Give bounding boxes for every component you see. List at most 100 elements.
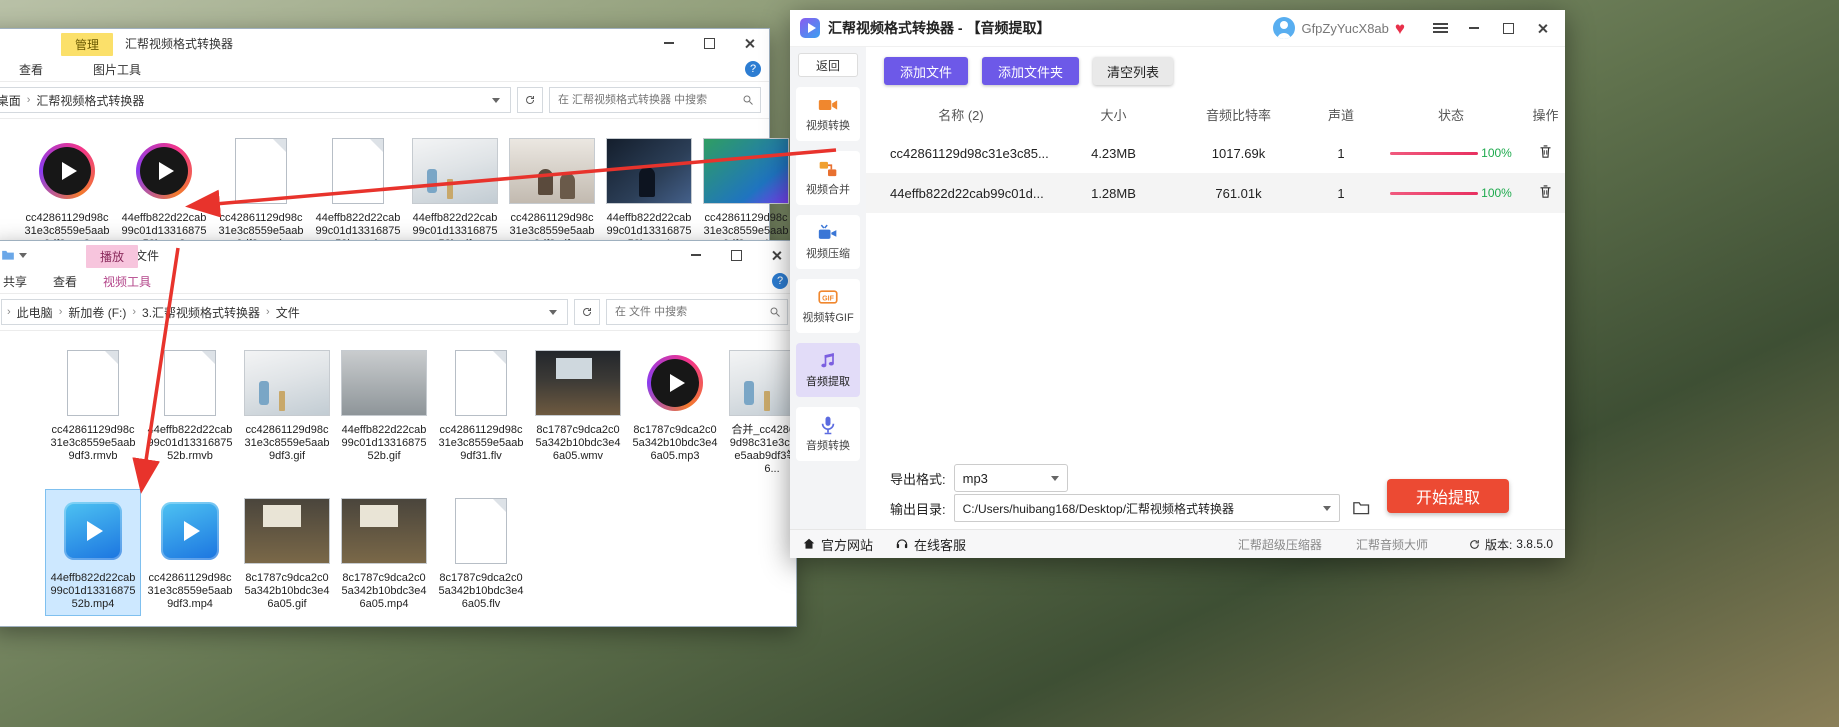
- maximize-icon: [731, 250, 742, 261]
- table-row[interactable]: 44effb822d22cab99c01d... 1.28MB 761.01k …: [866, 173, 1565, 213]
- minimize-button[interactable]: [649, 29, 689, 57]
- file-item[interactable]: cc42861129d98c31e3c8559e5aab9df3.gif: [504, 129, 600, 256]
- file-item-selected[interactable]: 44effb822d22cab99c01d1331687552b.mp4: [45, 489, 141, 616]
- mp3-file-icon: [39, 143, 95, 199]
- file-item[interactable]: 8c1787c9dca2c05a342b10bdc3e46a05.flv: [433, 489, 529, 616]
- ribbon-tab-video-tools[interactable]: 视频工具: [103, 273, 151, 290]
- output-dir-select[interactable]: C:/Users/huibang168/Desktop/汇帮视频格式转换器: [954, 494, 1340, 522]
- breadcrumb-item[interactable]: 桌面: [0, 92, 26, 109]
- breadcrumb-dropdown[interactable]: [543, 310, 563, 315]
- menu-button[interactable]: [1423, 13, 1457, 43]
- file-item[interactable]: 44effb822d22cab99c01d1331687552b.rmvb: [310, 129, 406, 256]
- file-item[interactable]: cc42861129d98c31e3c8559e5aab9df3.gif: [239, 341, 335, 468]
- menu-share[interactable]: 共享: [3, 273, 27, 290]
- breadcrumb-item[interactable]: 汇帮视频格式转换器: [31, 92, 149, 109]
- user-avatar[interactable]: [1273, 17, 1295, 39]
- delete-button[interactable]: [1538, 184, 1553, 202]
- maximize-button[interactable]: [716, 241, 756, 269]
- official-site-link[interactable]: 官方网站: [802, 535, 873, 554]
- sidebar-item-audio-convert[interactable]: 音频转换: [796, 407, 860, 461]
- clear-list-button[interactable]: 清空列表: [1093, 57, 1173, 85]
- ribbon-tab-play[interactable]: 播放: [86, 245, 138, 268]
- converter-titlebar[interactable]: 汇帮视频格式转换器 - 【音频提取】 GfpZyYucX8ab ♥: [790, 10, 1565, 47]
- file-name: 44effb822d22cab99c01d1331687552b.rmvb: [147, 424, 233, 463]
- quick-access-toolbar[interactable]: [0, 248, 35, 262]
- file-item[interactable]: cc42861129d98c31e3c8559e5aab9df3.mp4: [698, 129, 794, 256]
- file-item[interactable]: 44effb822d22cab99c01d1331687552b.mp3: [116, 129, 212, 256]
- converter-window: 汇帮视频格式转换器 - 【音频提取】 GfpZyYucX8ab ♥ 返回 视频转…: [790, 10, 1565, 558]
- sidebar-item-audio-extract[interactable]: 音频提取: [796, 343, 860, 397]
- breadcrumb-dropdown[interactable]: [486, 98, 506, 103]
- heart-icon[interactable]: ♥: [1395, 20, 1405, 37]
- help-icon[interactable]: [745, 61, 761, 77]
- table-row[interactable]: cc42861129d98c31e3c85... 4.23MB 1017.69k…: [866, 133, 1565, 173]
- sidebar-item-video-merge[interactable]: 视频合并: [796, 151, 860, 205]
- update-icon[interactable]: [1468, 538, 1481, 551]
- file-name: cc42861129d98c31e3c8559e5aab9df31.flv: [438, 424, 524, 463]
- maximize-button[interactable]: [1491, 13, 1525, 43]
- help-icon[interactable]: [772, 273, 788, 289]
- file-item[interactable]: 8c1787c9dca2c05a342b10bdc3e46a05.mp4: [336, 489, 432, 616]
- file-item[interactable]: cc42861129d98c31e3c8559e5aab9df31.flv: [433, 341, 529, 468]
- username[interactable]: GfpZyYucX8ab: [1301, 21, 1388, 36]
- delete-button[interactable]: [1538, 144, 1553, 162]
- ribbon-tab-manage[interactable]: 管理: [61, 33, 113, 56]
- file-item[interactable]: 44effb822d22cab99c01d1331687552b.gif: [336, 341, 432, 468]
- super-compressor-link[interactable]: 汇帮超级压缩器: [1238, 536, 1322, 553]
- minimize-button[interactable]: [676, 241, 716, 269]
- breadcrumb-item[interactable]: 此电脑: [12, 304, 58, 321]
- search-input[interactable]: [556, 93, 742, 107]
- breadcrumb-item[interactable]: 文件: [271, 304, 305, 321]
- breadcrumb-item[interactable]: 3.汇帮视频格式转换器: [137, 304, 265, 321]
- search-box[interactable]: [606, 299, 788, 325]
- refresh-button[interactable]: [517, 87, 543, 113]
- close-button[interactable]: [729, 29, 769, 57]
- online-service-link[interactable]: 在线客服: [895, 535, 966, 554]
- file-item[interactable]: 44effb822d22cab99c01d1331687552b.mp4: [601, 129, 697, 256]
- cell-status: 100%: [1376, 146, 1526, 160]
- file-item[interactable]: 8c1787c9dca2c05a342b10bdc3e46a05.mp3: [627, 341, 723, 468]
- file-item[interactable]: cc42861129d98c31e3c8559e5aab9df3.rmvb: [213, 129, 309, 256]
- refresh-button[interactable]: [574, 299, 600, 325]
- sidebar-item-video-convert[interactable]: 视频转换: [796, 87, 860, 141]
- explorer-window-f-drive-folder: 播放 文件 共享 查看 视频工具 此电脑 新加卷 (F:) 3.汇帮视频格式转换…: [0, 240, 797, 627]
- breadcrumb[interactable]: 此电脑 新加卷 (F:) 3.汇帮视频格式转换器 文件: [1, 299, 568, 325]
- file-item[interactable]: 8c1787c9dca2c05a342b10bdc3e46a05.wmv: [530, 341, 626, 468]
- ribbon-tab-picture-tools[interactable]: 图片工具: [93, 61, 141, 78]
- video-compress-icon: [816, 223, 840, 243]
- video-thumbnail: [535, 350, 621, 416]
- maximize-button[interactable]: [689, 29, 729, 57]
- add-file-button[interactable]: 添加文件: [884, 57, 968, 85]
- sidebar-item-video-to-gif[interactable]: GIF 视频转GIF: [796, 279, 860, 333]
- add-folder-button[interactable]: 添加文件夹: [982, 57, 1079, 85]
- menu-view[interactable]: 查看: [19, 61, 43, 78]
- version-value: 3.8.5.0: [1516, 537, 1553, 551]
- search-box[interactable]: [549, 87, 761, 113]
- mp4-file-icon: [64, 502, 122, 560]
- file-item[interactable]: cc42861129d98c31e3c8559e5aab9df3.mp3: [19, 129, 115, 256]
- file-item[interactable]: 44effb822d22cab99c01d1331687552b.rmvb: [142, 341, 238, 468]
- breadcrumb-item[interactable]: 新加卷 (F:): [63, 304, 131, 321]
- menu-view[interactable]: 查看: [53, 273, 77, 290]
- back-button[interactable]: 返回: [798, 53, 858, 77]
- file-item[interactable]: cc42861129d98c31e3c8559e5aab9df3.rmvb: [45, 341, 141, 468]
- breadcrumb[interactable]: 电脑 桌面 汇帮视频格式转换器: [0, 87, 511, 113]
- audio-master-link[interactable]: 汇帮音频大师: [1356, 536, 1428, 553]
- close-button[interactable]: [1525, 13, 1559, 43]
- file-item[interactable]: cc42861129d98c31e3c8559e5aab9df3.mp4: [142, 489, 238, 616]
- sidebar-item-video-compress[interactable]: 视频压缩: [796, 215, 860, 269]
- minimize-icon: [664, 42, 674, 44]
- search-icon: [742, 94, 754, 106]
- explorer1-titlebar[interactable]: 管理 汇帮视频格式转换器: [0, 29, 769, 57]
- export-format-select[interactable]: mp3: [954, 464, 1068, 492]
- browse-folder-button[interactable]: [1348, 495, 1374, 521]
- explorer2-titlebar[interactable]: 播放 文件: [0, 241, 796, 269]
- chevron-down-icon: [1051, 476, 1059, 481]
- export-format-label: 导出格式:: [890, 469, 946, 488]
- column-header-channels: 声道: [1306, 105, 1376, 124]
- minimize-button[interactable]: [1457, 13, 1491, 43]
- search-input[interactable]: [613, 305, 769, 319]
- file-item[interactable]: 44effb822d22cab99c01d1331687552b.gif: [407, 129, 503, 256]
- start-extract-button[interactable]: 开始提取: [1387, 479, 1509, 513]
- file-item[interactable]: 8c1787c9dca2c05a342b10bdc3e46a05.gif: [239, 489, 335, 616]
